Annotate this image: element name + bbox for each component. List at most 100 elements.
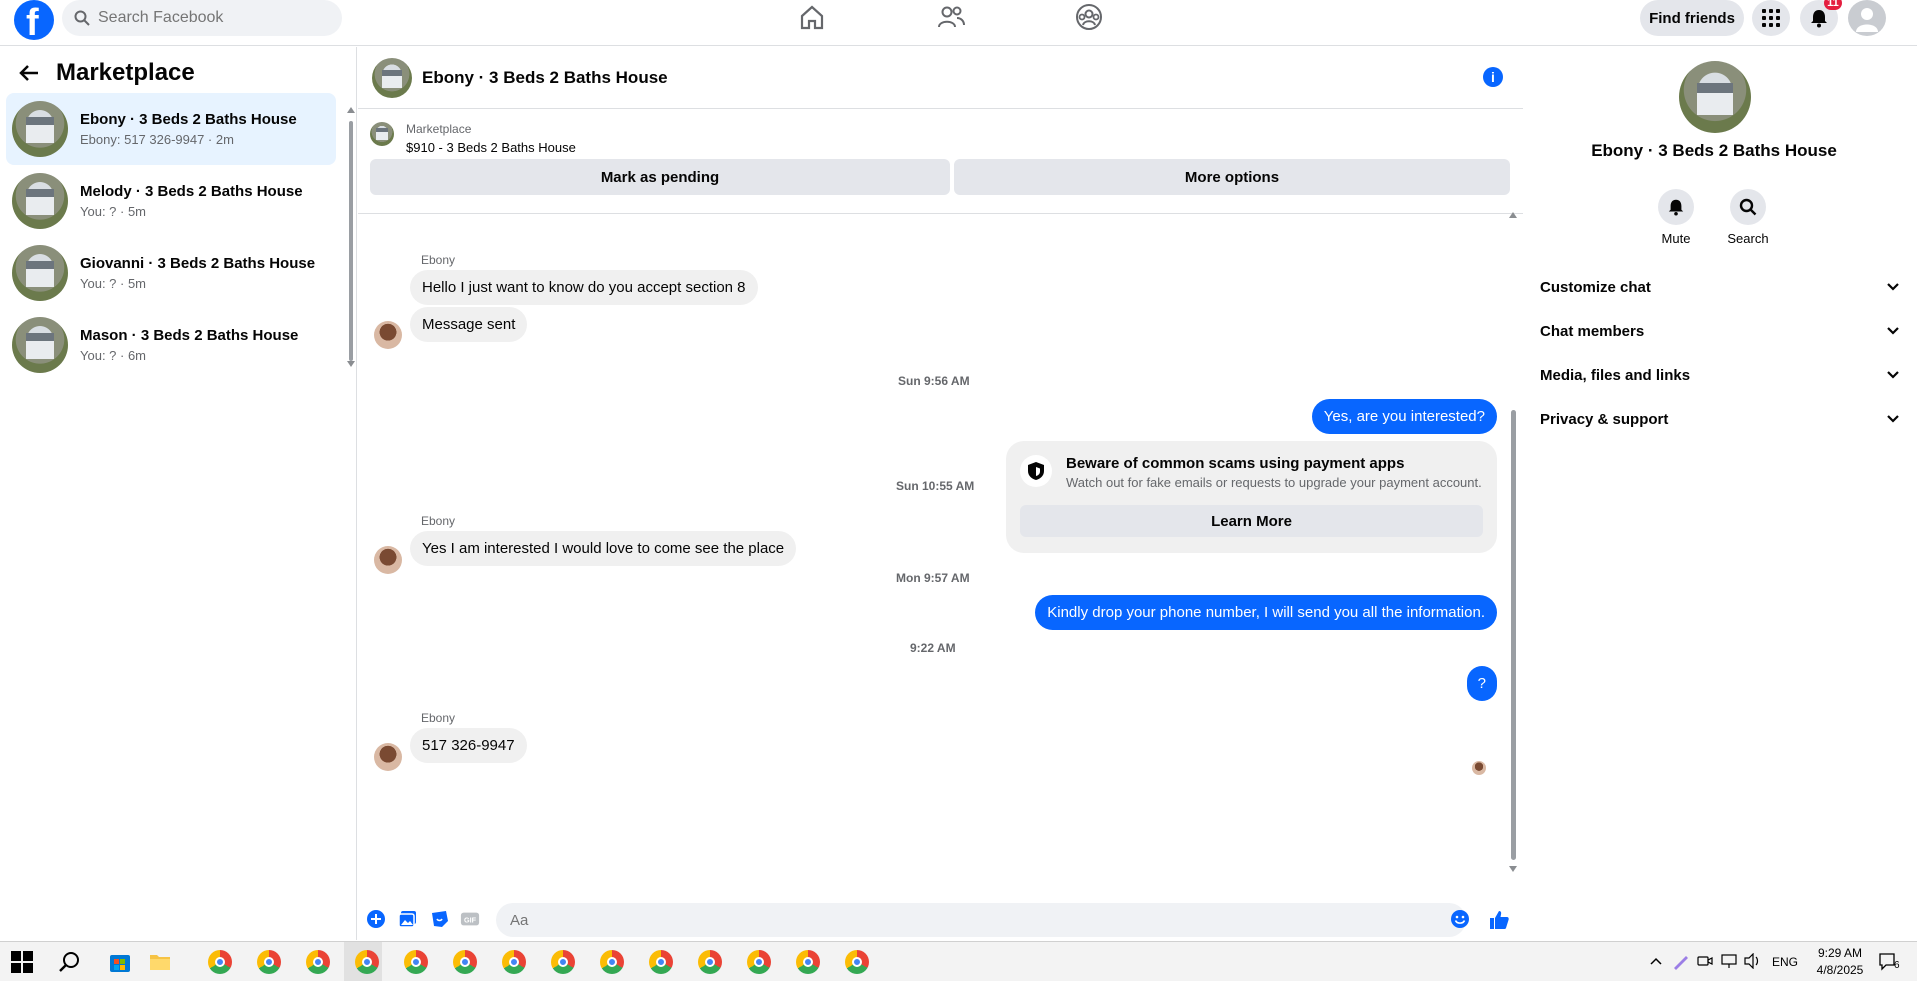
message-composer: GIF (358, 897, 1523, 941)
accordion-customize-chat[interactable]: Customize chat (1540, 269, 1900, 305)
sender-avatar[interactable] (374, 743, 402, 771)
sidebar-scrollbar[interactable] (347, 107, 355, 367)
details-title: Ebony · 3 Beds 2 Baths House (1591, 141, 1837, 160)
listing-image[interactable] (1679, 61, 1751, 133)
network-icon[interactable] (1720, 953, 1738, 969)
mark-pending-button[interactable]: Mark as pending (370, 159, 950, 195)
file-explorer-icon[interactable] (148, 950, 172, 974)
conversation-item[interactable]: Mason · 3 Beds 2 Baths House You: ? · 6m (6, 309, 336, 381)
svg-text:GIF: GIF (464, 916, 477, 925)
chevron-up-icon[interactable] (1650, 956, 1662, 966)
volume-icon[interactable] (1744, 953, 1762, 969)
conversation-preview: You: ? · 6m (80, 348, 147, 363)
sender-avatar[interactable] (374, 546, 402, 574)
notifications-button[interactable]: 11 (1800, 0, 1842, 36)
gif-icon[interactable]: GIF (460, 909, 480, 929)
chat-scrollbar[interactable] (1508, 210, 1518, 874)
outgoing-message[interactable]: Kindly drop your phone number, I will se… (1035, 595, 1497, 630)
conversation-item[interactable]: Giovanni · 3 Beds 2 Baths House You: ? ·… (6, 237, 336, 309)
search-input[interactable] (98, 9, 318, 27)
outgoing-message[interactable]: Yes, are you interested? (1311, 399, 1497, 434)
like-thumb-icon[interactable] (1488, 909, 1510, 931)
mute-button[interactable]: Mute (1646, 189, 1706, 246)
chrome-icon[interactable] (747, 950, 771, 974)
menu-button[interactable] (1752, 0, 1790, 36)
chrome-icon[interactable] (698, 950, 722, 974)
conversation-preview: Ebony: 517 326-9947 · 2m (80, 132, 234, 147)
clock-date[interactable]: 4/8/2025 (1810, 963, 1870, 977)
chrome-icon[interactable] (355, 950, 379, 974)
microsoft-store-icon[interactable] (108, 950, 132, 974)
conversation-title: Melody · 3 Beds 2 Baths House (80, 183, 303, 200)
sender-avatar[interactable] (374, 321, 402, 349)
chrome-icon[interactable] (649, 950, 673, 974)
language-indicator[interactable]: ENG (1772, 955, 1798, 969)
chevron-down-icon (1887, 283, 1899, 291)
find-friends-button[interactable]: Find friends (1640, 0, 1744, 36)
accordion-privacy-support[interactable]: Privacy & support (1540, 401, 1900, 437)
accordion-media-files-links[interactable]: Media, files and links (1540, 357, 1900, 393)
groups-icon[interactable] (1074, 2, 1104, 32)
conversation-title: Giovanni · 3 Beds 2 Baths House (80, 255, 316, 272)
home-icon[interactable] (797, 2, 827, 32)
sticker-icon[interactable] (430, 909, 450, 929)
conversation-item[interactable]: Melody · 3 Beds 2 Baths House You: ? · 5… (6, 165, 336, 237)
accordion-label: Media, files and links (1540, 366, 1691, 384)
chrome-icon[interactable] (404, 950, 428, 974)
taskbar-search-icon[interactable] (58, 950, 82, 974)
chrome-icon[interactable] (600, 950, 624, 974)
chat-thumbnail[interactable] (372, 57, 412, 98)
conversation-item[interactable]: Ebony · 3 Beds 2 Baths House Ebony: 517 … (6, 93, 336, 165)
listing-thumbnail[interactable] (370, 122, 394, 146)
facebook-logo[interactable]: f (14, 0, 54, 43)
meet-now-icon[interactable] (1697, 953, 1713, 969)
chrome-icon[interactable] (306, 950, 330, 974)
chrome-icon[interactable] (796, 950, 820, 974)
chrome-icon[interactable] (502, 950, 526, 974)
notification-count: 6 (1894, 960, 1900, 971)
chrome-icon[interactable] (453, 950, 477, 974)
plus-circle-icon[interactable] (366, 909, 386, 929)
chrome-icon[interactable] (845, 950, 869, 974)
search-box[interactable] (62, 0, 342, 36)
incoming-message[interactable]: 517 326-9947 (410, 728, 527, 763)
friends-icon[interactable] (936, 2, 966, 32)
accordion-chat-members[interactable]: Chat members (1540, 313, 1900, 349)
search-conversation-button[interactable]: Search (1718, 189, 1778, 246)
chat-header: Ebony · 3 Beds 2 Baths House i (358, 47, 1523, 109)
bell-icon (1811, 10, 1827, 28)
chevron-down-icon (1887, 415, 1899, 423)
listing-thumbnail (12, 173, 68, 229)
timestamp: Sun 9:56 AM (898, 374, 970, 388)
account-avatar[interactable] (1848, 0, 1886, 36)
sidebar-title: Marketplace (56, 59, 195, 86)
listing-title[interactable]: $910 - 3 Beds 2 Baths House (406, 140, 576, 155)
notification-badge: 11 (1824, 0, 1842, 10)
search-label: Search (1727, 231, 1769, 246)
chrome-icon[interactable] (551, 950, 575, 974)
learn-more-button[interactable]: Learn More (1020, 505, 1483, 537)
info-icon[interactable]: i (1483, 67, 1503, 87)
scam-warning-card: Beware of common scams using payment app… (1006, 441, 1497, 553)
incoming-message[interactable]: Message sent (410, 307, 528, 342)
chat-title[interactable]: Ebony · 3 Beds 2 Baths House (422, 68, 668, 88)
clock-time[interactable]: 9:29 AM (1810, 946, 1870, 960)
photo-icon[interactable] (398, 909, 418, 929)
more-options-button[interactable]: More options (954, 159, 1510, 195)
emoji-icon[interactable] (1450, 909, 1470, 929)
accordion-label: Customize chat (1540, 278, 1651, 296)
pen-icon[interactable] (1672, 952, 1690, 970)
windows-start-icon[interactable] (10, 950, 34, 974)
outgoing-message[interactable]: ? (1466, 666, 1497, 701)
incoming-message[interactable]: Yes I am interested I would love to come… (410, 531, 797, 566)
message-input[interactable] (496, 903, 1466, 937)
incoming-message[interactable]: Hello I just want to know do you accept … (410, 270, 758, 305)
chrome-icon[interactable] (257, 950, 281, 974)
listing-thumbnail (12, 245, 68, 301)
marketplace-label: Marketplace (406, 122, 472, 136)
chevron-down-icon (1887, 371, 1899, 379)
conversation-title: Mason · 3 Beds 2 Baths House (80, 327, 299, 344)
mute-label: Mute (1661, 231, 1691, 246)
chrome-icon[interactable] (208, 950, 232, 974)
back-arrow-icon[interactable] (18, 62, 40, 84)
